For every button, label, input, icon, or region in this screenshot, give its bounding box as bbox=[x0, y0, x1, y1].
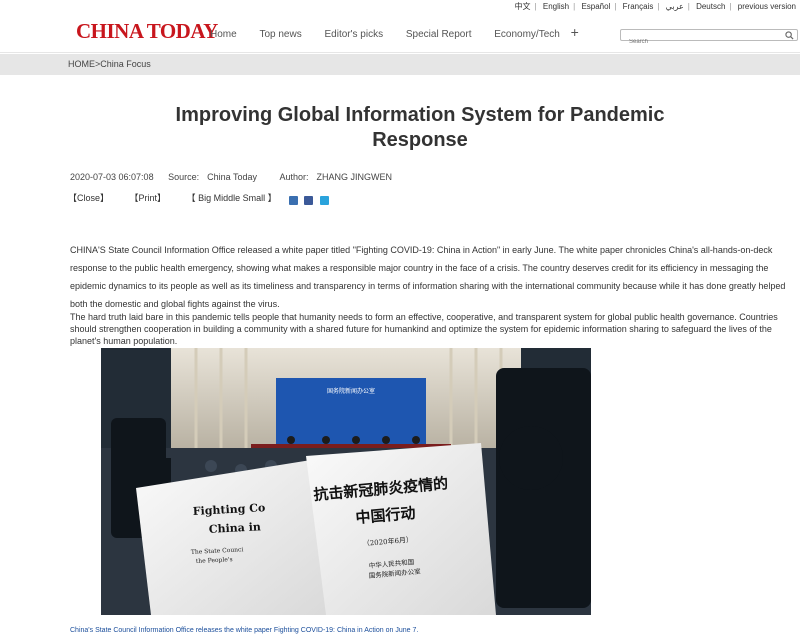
article-title: Improving Global Information System for … bbox=[175, 104, 665, 151]
print-button[interactable]: 【Print】 bbox=[130, 193, 167, 203]
article-tools: 【Close】 【Print】 【 Big Middle Small 】 bbox=[68, 191, 295, 204]
nav-more-plus-icon[interactable]: + bbox=[571, 24, 579, 40]
main-nav: Home Top news Editor's picks Special Rep… bbox=[210, 24, 579, 40]
article-paragraph: CHINA'S State Council Information Office… bbox=[70, 245, 786, 309]
article-meta: 2020-07-03 06:07:08 Source: China Today A… bbox=[70, 172, 408, 182]
twitter-icon[interactable] bbox=[319, 196, 329, 205]
lang-spanish-link[interactable]: Español bbox=[581, 2, 610, 11]
breadcrumb-bar: HOME>China Focus bbox=[0, 54, 800, 75]
previous-version-link[interactable]: previous version bbox=[738, 2, 796, 11]
banner-text: 国务院新闻办公室 bbox=[327, 387, 375, 395]
site-logo[interactable]: CHINA TODAY bbox=[76, 19, 218, 44]
search-input[interactable] bbox=[621, 37, 781, 47]
author-label: Author: bbox=[279, 172, 309, 182]
email-icon[interactable] bbox=[289, 196, 298, 205]
search-box bbox=[620, 29, 798, 47]
nav-top-news[interactable]: Top news bbox=[259, 29, 301, 40]
lang-chinese-link[interactable]: 中文 bbox=[515, 2, 531, 11]
lang-english-link[interactable]: English bbox=[543, 2, 569, 11]
close-button[interactable]: 【Close】 bbox=[68, 193, 109, 203]
author-value: ZHANG JINGWEN bbox=[316, 172, 393, 182]
breadcrumb[interactable]: HOME>China Focus bbox=[68, 59, 151, 69]
lang-german-link[interactable]: Deutsch bbox=[696, 2, 725, 11]
article-photo: 国务院新闻办公室 Fighting Co China in The State … bbox=[101, 348, 591, 615]
photo-caption: China's State Council Information Office… bbox=[70, 627, 419, 634]
language-bar: 中文 | English | Español | Français | عربي | De… bbox=[0, 0, 800, 13]
lang-arabic-link[interactable]: عربي bbox=[666, 2, 684, 11]
site-header: CHINA TODAY Home Top news Editor's picks… bbox=[0, 13, 800, 53]
nav-economy-tech[interactable]: Economy/Tech bbox=[494, 29, 560, 40]
nav-editors-picks[interactable]: Editor's picks bbox=[325, 29, 384, 40]
language-links: 中文 | English | Español | Français | عربي | De… bbox=[514, 2, 796, 11]
lang-french-link[interactable]: Français bbox=[623, 2, 654, 11]
font-size-controls[interactable]: 【 Big Middle Small 】 bbox=[187, 193, 277, 203]
article-body: CHINA'S State Council Information Office… bbox=[70, 241, 800, 347]
nav-special-report[interactable]: Special Report bbox=[406, 29, 472, 40]
source-value: China Today bbox=[207, 172, 257, 182]
nav-home[interactable]: Home bbox=[210, 29, 237, 40]
search-icon[interactable] bbox=[785, 31, 794, 40]
facebook-icon[interactable] bbox=[304, 196, 314, 205]
press-conference-photo: 国务院新闻办公室 Fighting Co China in The State … bbox=[101, 348, 591, 615]
source-label: Source: bbox=[168, 172, 200, 182]
article-paragraph: The hard truth laid bare in this pandemi… bbox=[70, 312, 778, 346]
share-icons bbox=[289, 192, 331, 210]
book-en-title-2: China in bbox=[208, 520, 261, 536]
publish-date: 2020-07-03 06:07:08 bbox=[70, 172, 154, 182]
